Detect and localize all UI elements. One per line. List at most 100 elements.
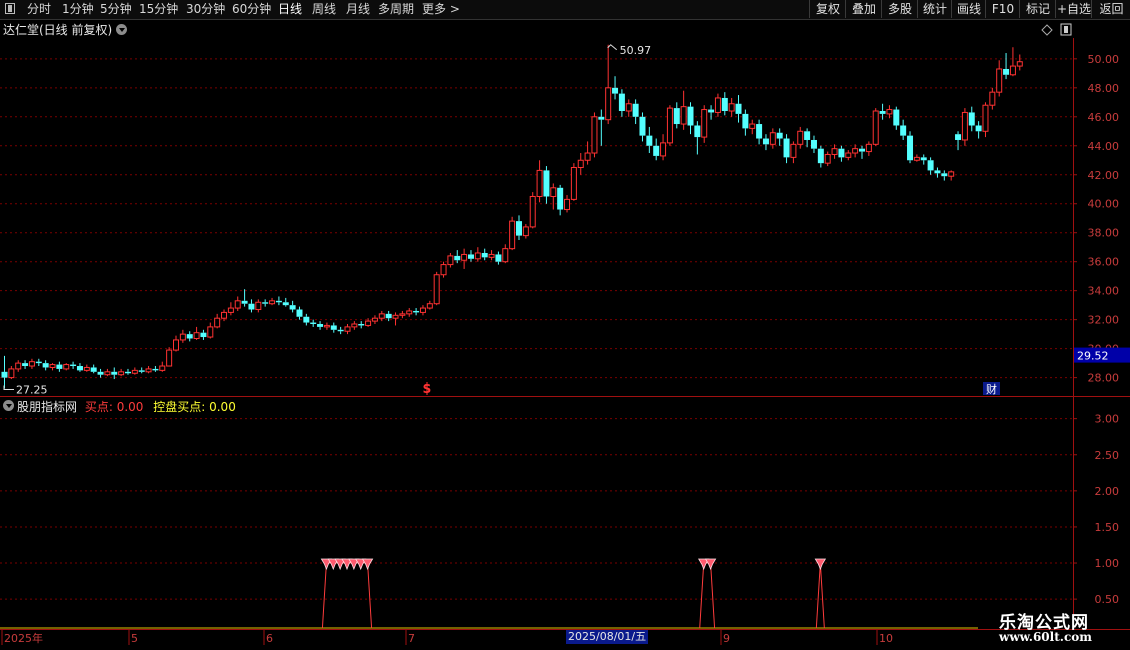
price-tick-label: 34.00 (1088, 285, 1120, 298)
indicator-tick-label: 2.00 (1095, 485, 1120, 498)
candle-body (207, 326, 214, 338)
candle-body (227, 307, 234, 313)
candle-body (797, 130, 804, 145)
price-tick-label: 42.00 (1088, 169, 1120, 182)
candle-body (296, 309, 303, 317)
candle-body (831, 148, 838, 155)
price-tick-label: 38.00 (1088, 227, 1120, 240)
watermark-logo: 乐淘公式网 www.60lt.com (985, 606, 1130, 650)
time-tick-label: 5 (131, 632, 138, 645)
candle-body (646, 135, 653, 146)
finance-marker: 财 (986, 382, 997, 396)
candle-body (509, 220, 516, 250)
control-buy-point-value: 控盘买点: 0.00 (153, 400, 236, 414)
candle-body (975, 125, 982, 132)
candle-body (756, 124, 763, 139)
candle-body (632, 103, 639, 117)
candle-body (804, 131, 811, 140)
indicator-tick-label: 0.50 (1095, 593, 1120, 606)
candle-body (721, 97, 728, 111)
candle-body (886, 109, 893, 115)
candle-body (1003, 68, 1010, 75)
candle-body (35, 361, 42, 364)
price-tick-label: 40.00 (1088, 198, 1120, 211)
candle-body (317, 324, 324, 327)
candle-body (900, 125, 907, 136)
candle-body (289, 305, 296, 310)
price-axis: 50.00 48.00 46.00 44.00 42.00 40.00 38.00 36.00… (1073, 53, 1119, 385)
candle-body (111, 371, 118, 375)
candle-body (221, 311, 228, 319)
candle-body (948, 171, 955, 177)
candle-body (907, 135, 914, 161)
candle-body (584, 152, 591, 161)
candle-body (680, 106, 687, 125)
candle-body (673, 108, 680, 125)
signal-line (815, 563, 825, 629)
chart-canvas: 50.00 48.00 46.00 44.00 42.00 40.00 38.00 36.00… (0, 23, 1130, 645)
candle-body (56, 364, 63, 369)
candle-body (186, 334, 193, 339)
candle-body (159, 365, 166, 371)
time-tick-label: 9 (723, 632, 730, 645)
candle-body (749, 123, 756, 129)
candle-body (454, 255, 461, 261)
candle-body (591, 116, 598, 154)
candle-body (97, 371, 104, 375)
candle-body (15, 362, 22, 370)
candle-body (639, 116, 646, 136)
candle-body (790, 143, 797, 158)
indicator-tick-label: 1.00 (1095, 557, 1120, 570)
candle-body (323, 324, 330, 328)
candle-body (618, 93, 625, 111)
candle-body (413, 310, 420, 313)
candle-body (701, 109, 708, 138)
candle-body (124, 371, 131, 374)
candle-body (467, 254, 474, 259)
candle-body (166, 349, 173, 367)
signal-line (321, 562, 373, 629)
candle-body (955, 134, 962, 140)
candle-body (570, 167, 577, 200)
signal-line (699, 562, 716, 629)
candle-body (598, 116, 605, 120)
time-tick-label: 6 (266, 632, 273, 645)
candle-body (49, 364, 56, 368)
candle-body (612, 87, 619, 94)
candle-body (516, 221, 522, 236)
candle-body (660, 142, 667, 157)
indicator-tick-label: 3.00 (1095, 413, 1120, 426)
time-tick-label: 2025年 (4, 631, 43, 645)
candle-body (653, 145, 660, 156)
indicator-axis: 3.00 2.50 2.00 1.50 1.00 0.50 (1073, 413, 1119, 606)
price-tick-label: 50.00 (1088, 53, 1120, 66)
price-tick-label: 46.00 (1088, 111, 1120, 124)
candle-body (605, 87, 612, 121)
candle-body (76, 366, 83, 371)
candle-body (399, 313, 406, 316)
candle-body (968, 112, 975, 126)
candle-body (852, 148, 859, 154)
indicator-menu-icon[interactable] (3, 400, 14, 411)
signal-series (0, 558, 978, 629)
candle-body (42, 363, 49, 368)
candle-body (577, 159, 584, 169)
candle-body (859, 148, 865, 152)
candle-body (529, 195, 536, 228)
candle-body (214, 317, 221, 328)
buy-point-value: 买点: 0.00 (84, 400, 144, 414)
candlestick-series (1, 44, 1023, 389)
candle-body (378, 313, 385, 319)
candle-body (1009, 65, 1016, 76)
candle-body (83, 366, 90, 371)
candle-body (879, 111, 886, 114)
candle-body (1, 371, 8, 378)
candle-body (708, 109, 715, 113)
candle-body (982, 104, 989, 132)
candle-body (961, 111, 968, 141)
candle-body (275, 300, 282, 303)
candle-body (536, 169, 543, 197)
candle-body (838, 148, 845, 158)
candle-body (762, 138, 769, 145)
candle-body (502, 248, 509, 263)
